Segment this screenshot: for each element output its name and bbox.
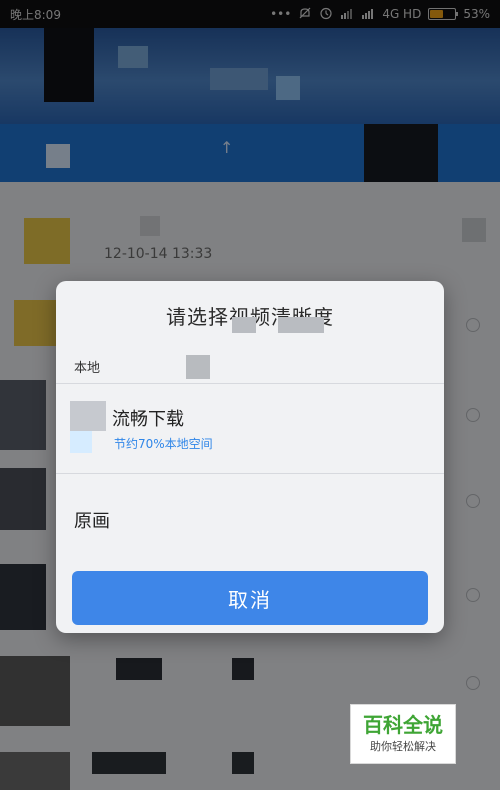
option-original[interactable]: 原画 xyxy=(74,507,110,533)
dialog-divider xyxy=(56,473,444,474)
cancel-button[interactable]: 取消 xyxy=(72,571,428,625)
redaction-block xyxy=(186,355,210,379)
dialog-subtitle: 本地 xyxy=(74,361,101,376)
redaction-block xyxy=(232,317,256,333)
option-smooth-label: 流畅下载 xyxy=(112,409,184,430)
dialog-divider xyxy=(56,383,444,384)
watermark-slogan: 助你轻松解决 xyxy=(370,740,436,753)
redaction-block xyxy=(70,431,92,453)
option-smooth-note: 节约70%本地空间 xyxy=(114,437,213,451)
watermark-logo: 百科全说 助你轻松解决 xyxy=(350,704,456,764)
video-quality-dialog: 请选择视频清晰度 本地 流畅下载 节约70%本地空间 原画 取消 xyxy=(56,281,444,633)
redaction-block xyxy=(70,401,106,431)
watermark-brand: 百科全说 xyxy=(363,713,443,737)
redaction-block xyxy=(278,317,324,333)
